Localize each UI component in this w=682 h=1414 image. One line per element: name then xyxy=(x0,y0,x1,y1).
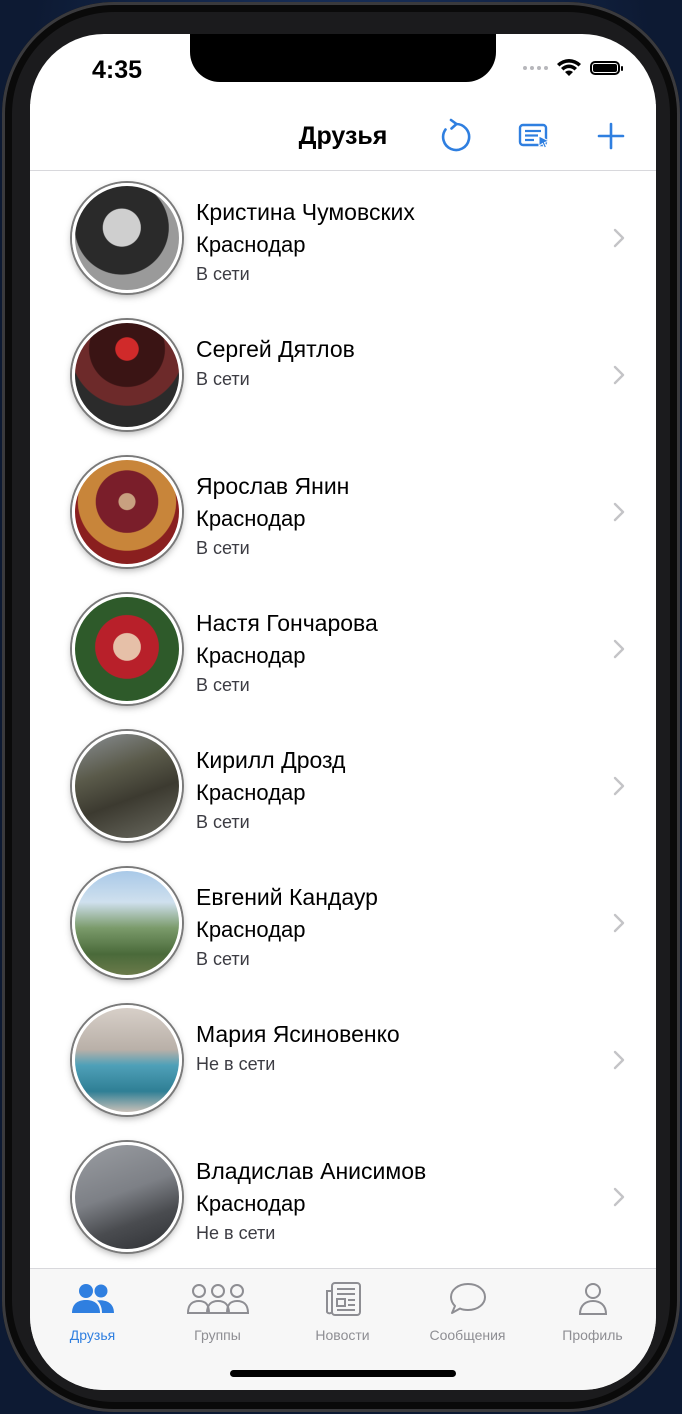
refresh-button[interactable] xyxy=(436,116,476,156)
tab-label: Друзья xyxy=(69,1327,116,1343)
friend-row[interactable]: Кирилл Дрозд Краснодар В сети xyxy=(30,719,656,856)
home-indicator[interactable] xyxy=(230,1370,456,1377)
friend-status: В сети xyxy=(196,538,250,558)
avatar xyxy=(72,1005,182,1115)
wifi-icon xyxy=(557,59,581,76)
friend-name: Мария Ясиновенко xyxy=(196,1021,400,1047)
battery-icon xyxy=(590,61,623,75)
select-button[interactable] xyxy=(515,116,555,156)
friend-name: Кристина Чумовских xyxy=(196,199,415,225)
friend-city: Краснодар xyxy=(196,232,306,257)
tab-news[interactable]: Новости xyxy=(280,1277,405,1357)
friend-row[interactable]: Владислав Анисимов Краснодар Не в сети xyxy=(30,1130,656,1267)
chevron-right-icon xyxy=(613,1187,625,1207)
friend-row[interactable]: Ярослав Янин Краснодар В сети xyxy=(30,445,656,582)
avatar xyxy=(72,320,182,430)
chevron-right-icon xyxy=(613,776,625,796)
friend-row[interactable]: Евгений Кандаур Краснодар В сети xyxy=(30,856,656,993)
tab-label: Группы xyxy=(194,1327,241,1343)
avatar xyxy=(72,457,182,567)
groups-icon xyxy=(186,1284,249,1314)
avatar xyxy=(72,1142,182,1252)
cellular-signal-icon xyxy=(523,66,548,70)
friend-status: В сети xyxy=(196,949,250,969)
news-icon xyxy=(325,1282,361,1316)
friend-name: Владислав Анисимов xyxy=(196,1158,427,1184)
friend-city: Краснодар xyxy=(196,643,306,668)
chevron-right-icon xyxy=(613,228,625,248)
friend-status: Не в сети xyxy=(196,1054,276,1074)
add-friend-button[interactable] xyxy=(591,116,631,156)
profile-icon xyxy=(578,1283,607,1315)
friend-row[interactable]: Настя Гончарова Краснодар В сети xyxy=(30,582,656,719)
friend-city: Краснодар xyxy=(196,506,306,531)
friend-status: В сети xyxy=(196,812,250,832)
friend-name: Кирилл Дрозд xyxy=(196,747,346,773)
avatar xyxy=(72,594,182,704)
friend-city: Краснодар xyxy=(196,917,306,942)
friend-status: В сети xyxy=(196,369,250,389)
friend-name: Евгений Кандаур xyxy=(196,884,378,910)
phone-frame: 4:35 Друзья Кристина Чумовских Краснодар… xyxy=(2,2,680,1412)
friends-list: Кристина Чумовских Краснодар В сети Серг… xyxy=(30,171,656,1267)
chevron-right-icon xyxy=(613,502,625,522)
friend-row[interactable]: Мария Ясиновенко Не в сети xyxy=(30,993,656,1130)
friend-name: Сергей Дятлов xyxy=(196,336,355,362)
chevron-right-icon xyxy=(613,1050,625,1070)
chevron-right-icon xyxy=(613,639,625,659)
avatar xyxy=(72,183,182,293)
tab-label: Новости xyxy=(315,1327,370,1343)
tab-friends[interactable]: Друзья xyxy=(30,1277,155,1357)
app-screen: 4:35 Друзья Кристина Чумовских Краснодар… xyxy=(30,34,656,1390)
tab-label: Профиль xyxy=(562,1327,623,1343)
friend-status: Не в сети xyxy=(196,1223,276,1243)
tab-profile[interactable]: Профиль xyxy=(530,1277,655,1357)
status-indicators xyxy=(523,58,623,78)
friend-name: Ярослав Янин xyxy=(196,473,350,499)
friend-status: В сети xyxy=(196,264,250,284)
chevron-right-icon xyxy=(613,365,625,385)
avatar xyxy=(72,868,182,978)
friends-icon xyxy=(71,1284,114,1313)
plus-icon xyxy=(597,122,625,150)
tab-messages[interactable]: Сообщения xyxy=(405,1277,530,1357)
navigation-bar: Друзья xyxy=(30,104,656,171)
friend-city: Краснодар xyxy=(196,1191,306,1216)
friend-name: Настя Гончарова xyxy=(196,610,378,636)
refresh-icon xyxy=(441,118,471,152)
messages-icon xyxy=(449,1283,486,1314)
avatar xyxy=(72,731,182,841)
notch xyxy=(190,34,496,82)
status-time: 4:35 xyxy=(92,56,143,84)
select-icon xyxy=(518,123,551,149)
friend-row[interactable]: Кристина Чумовских Краснодар В сети xyxy=(30,171,656,308)
tab-groups[interactable]: Группы xyxy=(155,1277,280,1357)
friend-row[interactable]: Сергей Дятлов В сети xyxy=(30,308,656,445)
page-title: Друзья xyxy=(298,122,388,150)
friend-status: В сети xyxy=(196,675,250,695)
chevron-right-icon xyxy=(613,913,625,933)
tab-label: Сообщения xyxy=(429,1327,506,1343)
friend-city: Краснодар xyxy=(196,780,306,805)
